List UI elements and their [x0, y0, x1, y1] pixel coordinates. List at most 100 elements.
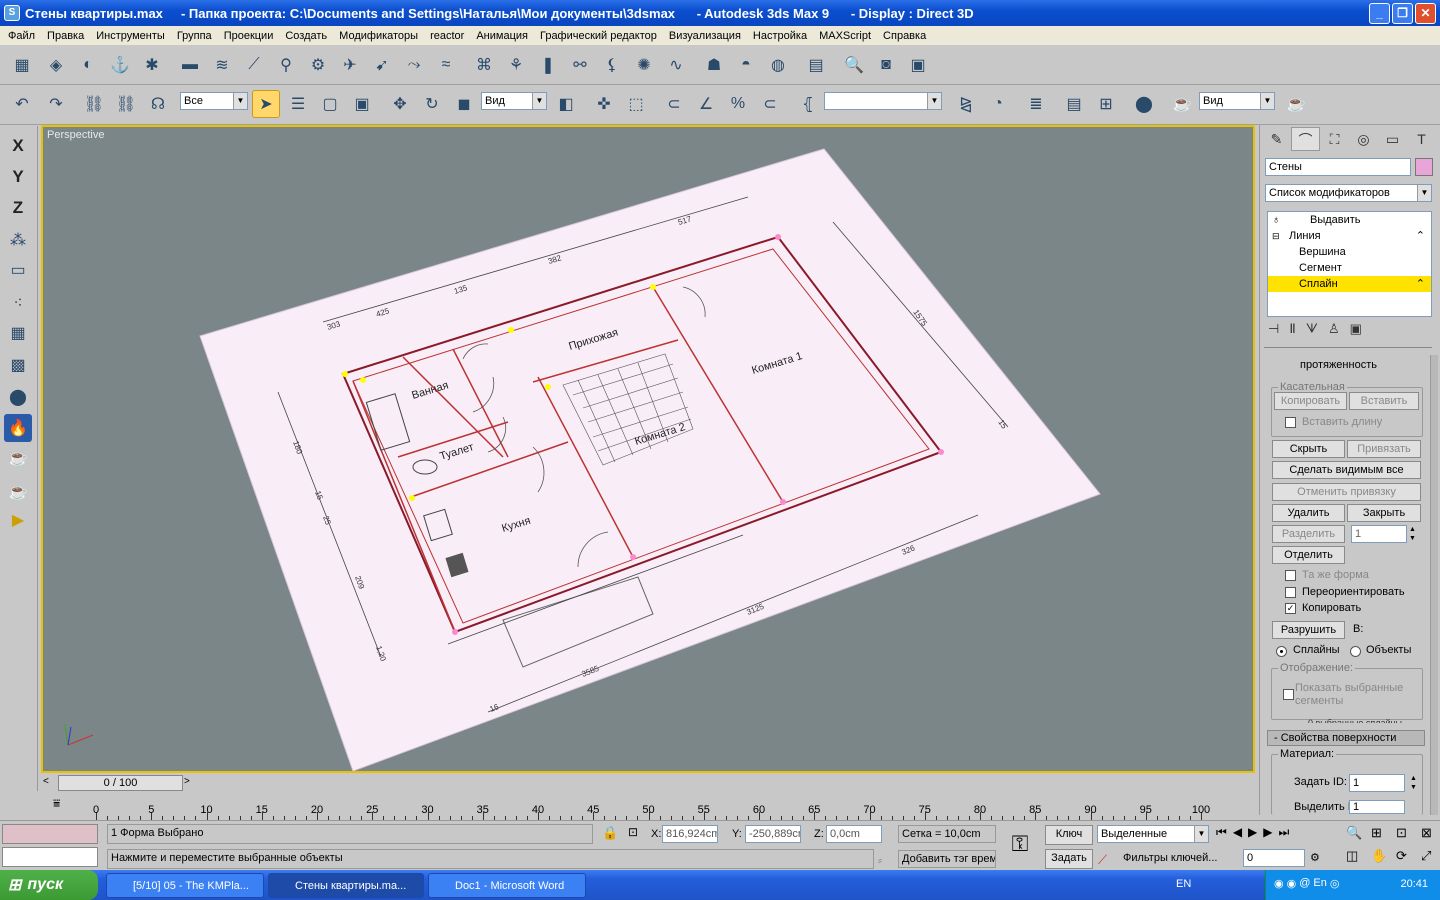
quick-render-icon[interactable]: ☕ — [1282, 90, 1310, 118]
material-editor-icon[interactable]: ⬤ — [1130, 90, 1158, 118]
app-icon[interactable]: S — [4, 5, 20, 21]
fire-icon[interactable]: 🔥 — [4, 414, 32, 442]
property-editor-icon[interactable]: ▤ — [802, 51, 830, 79]
pan-icon[interactable]: ✋ — [1371, 848, 1394, 869]
go-to-end-icon[interactable]: ⏭ — [1279, 825, 1290, 840]
select-id-field[interactable]: 1 — [1349, 800, 1405, 814]
rigid-body-icon[interactable]: ▦ — [8, 51, 36, 79]
panel-scrollbar[interactable] — [1430, 355, 1438, 815]
tray-lang-icon[interactable]: En — [1313, 877, 1326, 890]
object-color-swatch[interactable] — [1415, 158, 1433, 176]
tray-opera-icon[interactable]: ◎ — [1330, 877, 1340, 890]
select-by-name-icon[interactable]: ☰ — [284, 90, 312, 118]
restrict-x-button[interactable]: X — [4, 132, 32, 160]
menu-modifiers[interactable]: Модификаторы — [333, 30, 424, 42]
perspective-viewport[interactable]: Прихожая Комната 1 Комната 2 Ванная Туал… — [41, 125, 1255, 773]
copy-tangent-button[interactable]: Копировать — [1274, 392, 1347, 410]
hinge-icon[interactable]: ⚘ — [502, 51, 530, 79]
zoom-extents-icon[interactable]: ⊡ — [1396, 825, 1419, 846]
layer-manager-icon[interactable]: ≣ — [1022, 90, 1050, 118]
same-shape-checkbox[interactable] — [1285, 570, 1296, 581]
constraint-icon[interactable]: ⌘ — [470, 51, 498, 79]
restore-button[interactable]: ❐ — [1392, 3, 1413, 24]
zoom-all-icon[interactable]: ⊞ — [1371, 825, 1394, 846]
rotate-icon[interactable]: ↻ — [418, 90, 446, 118]
paste-tangent-button[interactable]: Вставить — [1349, 392, 1419, 410]
analyze-world-icon[interactable]: 🔍 — [840, 51, 868, 79]
create-tab-icon[interactable]: ✎ — [1262, 127, 1291, 151]
add-time-tag[interactable]: Добавить тэг времени — [898, 850, 996, 868]
make-unique-icon[interactable]: ᗐ — [1306, 321, 1318, 341]
divide-count-field[interactable]: 1 — [1351, 525, 1407, 543]
modifier-list-dropdown[interactable]: Список модификаторов ▼ — [1265, 184, 1432, 202]
toy-car-icon[interactable]: ✈ — [336, 51, 364, 79]
unbind-button[interactable]: Отменить привязку — [1272, 483, 1421, 501]
minimize-button[interactable]: _ — [1369, 3, 1390, 24]
rectangular-selection-icon[interactable]: ▢ — [316, 90, 344, 118]
fracture-constraint-icon[interactable]: ∿ — [662, 51, 690, 79]
point-path-icon[interactable]: ✺ — [630, 51, 658, 79]
display-tab-icon[interactable]: ▭ — [1378, 127, 1407, 151]
soft-body-icon[interactable]: ◐ — [74, 51, 102, 79]
spinner-icon[interactable]: ▲ ▼ — [1409, 525, 1419, 543]
move-icon[interactable]: ✥ — [386, 90, 414, 118]
taskbar-item-3dsmax[interactable]: Стены квартиры.ma... — [268, 873, 424, 898]
play-animation-icon[interactable]: ▶ — [1248, 825, 1257, 840]
unhide-all-button[interactable]: Сделать видимым все — [1272, 461, 1421, 479]
next-frame-btn-icon[interactable]: ▶ — [1263, 825, 1272, 840]
bind-button[interactable]: Привязать — [1347, 440, 1421, 458]
scale-icon[interactable]: ◼ — [450, 90, 478, 118]
stack-item-segment[interactable]: Сегмент — [1268, 260, 1431, 276]
auto-key-button[interactable]: Ключ — [1045, 825, 1093, 845]
taskbar-item-kmplayer[interactable]: [5/10] 05 - The KMPla... — [106, 873, 264, 898]
wind-icon[interactable]: ⚙ — [304, 51, 332, 79]
cloth-icon[interactable]: ◈ — [42, 51, 70, 79]
detach-button[interactable]: Отделить — [1272, 546, 1345, 564]
z-coordinate-field[interactable]: 0,0cm — [826, 825, 882, 843]
snap-3d-icon[interactable]: ⊂ — [660, 90, 688, 118]
explode-button[interactable]: Разрушить — [1272, 621, 1345, 639]
set-key-button[interactable]: Задать — [1045, 849, 1093, 869]
time-slider-thumb[interactable]: 0 / 100 — [58, 775, 183, 791]
menu-animation[interactable]: Анимация — [470, 30, 534, 42]
reorient-checkbox[interactable] — [1285, 587, 1296, 598]
select-and-link-icon[interactable]: ⛓ — [80, 90, 108, 118]
track-bar[interactable]: ⩸ 0 5 10 15 20 25 30 35 40 45 50 55 60 65 70 75 80 85 90 95… — [41, 792, 1255, 820]
maxscript-listener-mini[interactable] — [2, 824, 98, 844]
menu-file[interactable]: Файл — [2, 30, 41, 42]
motor-icon[interactable]: ⚲ — [272, 51, 300, 79]
prismatic-icon[interactable]: ⚯ — [566, 51, 594, 79]
hide-button[interactable]: Скрыть — [1272, 440, 1345, 458]
configure-sets-icon[interactable]: ▣ — [1350, 321, 1362, 341]
create-animation-icon[interactable]: ▣ — [904, 51, 932, 79]
next-frame-icon[interactable]: > — [184, 776, 190, 787]
play-icon[interactable]: ▶ — [4, 506, 32, 534]
undo-icon[interactable]: ↶ — [8, 90, 36, 118]
maxscript-input-mini[interactable] — [2, 847, 98, 867]
menu-customize[interactable]: Настройка — [747, 30, 813, 42]
set-id-field[interactable]: 1 — [1349, 774, 1405, 792]
start-button[interactable]: ⊞ пуск — [0, 870, 98, 900]
tray-app-icon[interactable]: ◉ — [1274, 877, 1284, 890]
show-end-result-icon[interactable]: Ⅱ — [1289, 321, 1295, 341]
show-selected-segments-checkbox[interactable] — [1283, 689, 1294, 700]
plane-icon[interactable]: ▬ — [176, 51, 204, 79]
prev-frame-icon[interactable]: < — [43, 776, 49, 787]
pin-stack-icon[interactable]: ⊣ — [1268, 321, 1279, 341]
menu-create[interactable]: Создать — [279, 30, 333, 42]
delete-button[interactable]: Удалить — [1272, 504, 1345, 522]
zoom-extents-all-icon[interactable]: ⊠ — [1421, 825, 1440, 846]
material-icon[interactable]: ⬤ — [4, 383, 32, 411]
menu-help[interactable]: Справка — [877, 30, 932, 42]
spinner-snap-icon[interactable]: ⊂ — [756, 90, 784, 118]
hierarchy-tab-icon[interactable]: ⛶ — [1320, 127, 1349, 151]
mirror-icon[interactable]: ⧎ — [952, 90, 980, 118]
measure-icon[interactable]: ▭ — [4, 256, 32, 284]
stack-item-line[interactable]: ⊟ Линия ⌃ — [1268, 228, 1431, 244]
deforming-mesh-icon[interactable]: ✱ — [138, 51, 166, 79]
keyboard-shortcut-icon[interactable]: ⬚ — [622, 90, 650, 118]
divide-button[interactable]: Разделить — [1272, 525, 1345, 543]
object-name-field[interactable]: Стены — [1265, 158, 1411, 176]
menu-edit[interactable]: Правка — [41, 30, 90, 42]
fracture-icon[interactable]: ➹ — [368, 51, 396, 79]
